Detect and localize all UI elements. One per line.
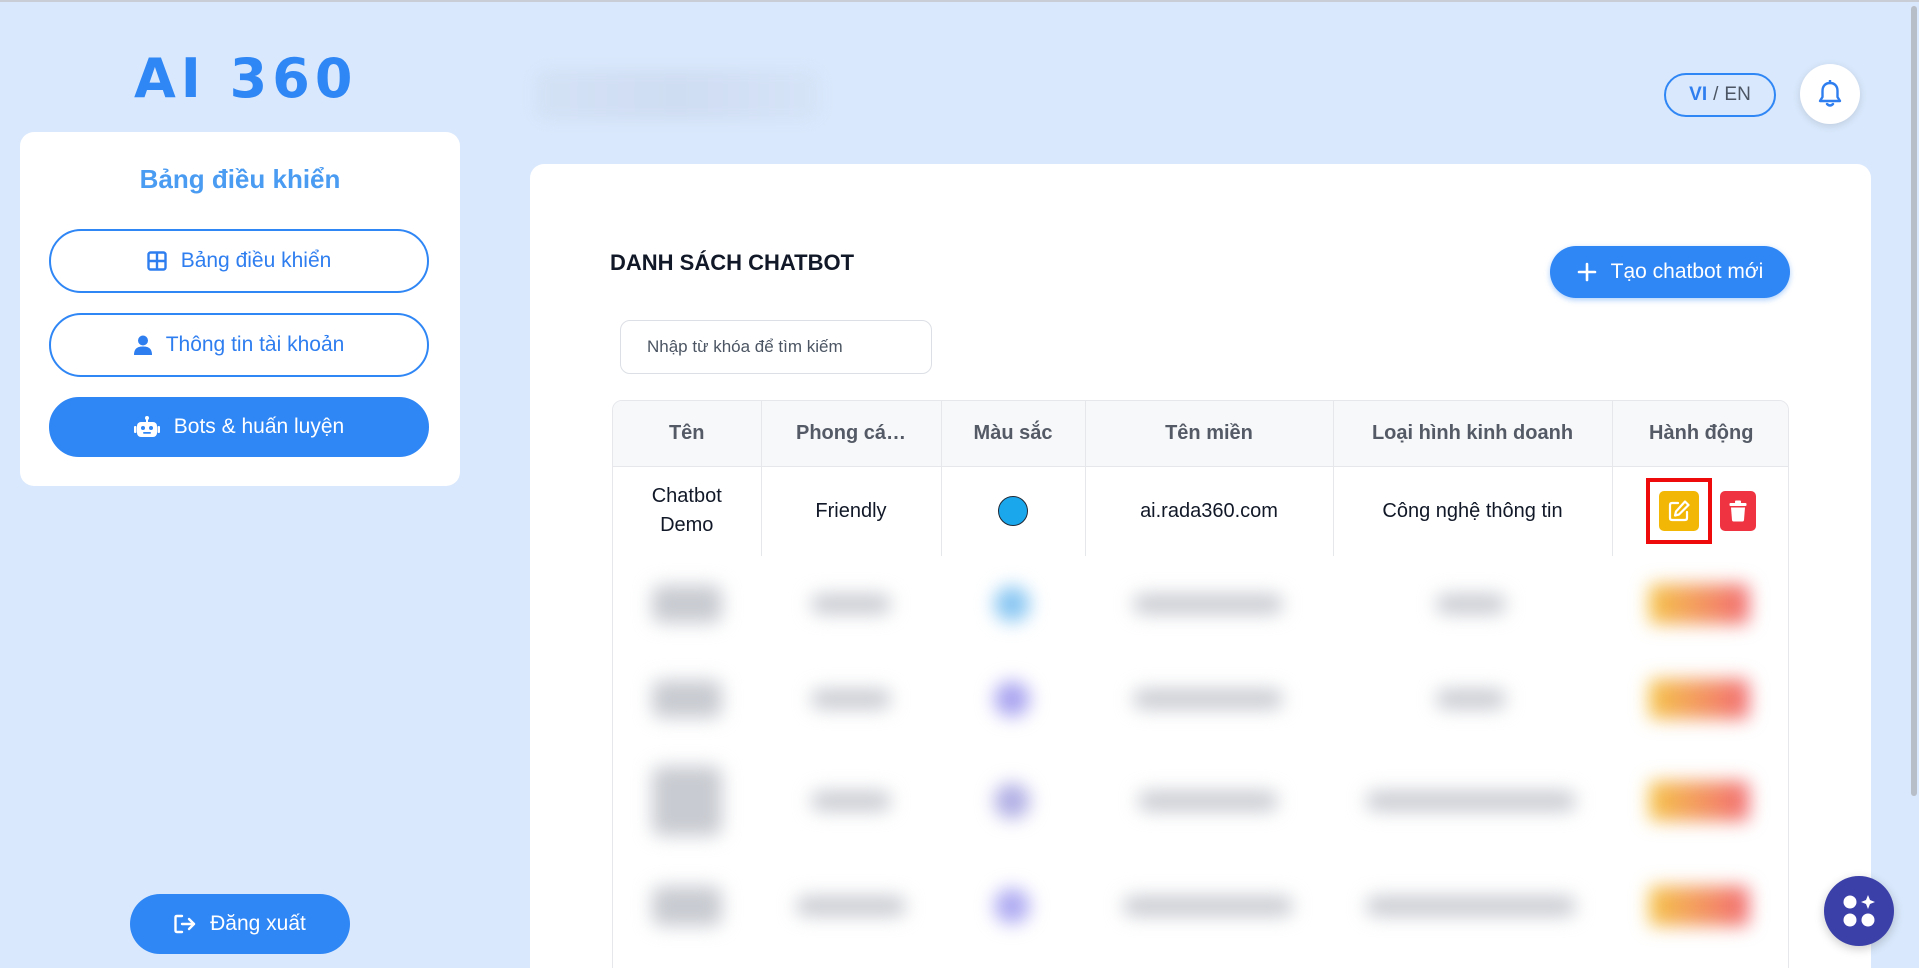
widget-launcher-button[interactable] [1824,876,1894,946]
app-logo: AI 360 [134,47,358,110]
logout-button[interactable]: Đăng xuất [130,894,350,954]
table-header-row: Tên Phong cá… Màu sắc Tên miền Loại hình… [613,401,1788,467]
edit-highlight-box [1646,478,1713,545]
table-row: Chatbot Demo Friendly ai.rada360.com Côn… [613,466,1788,556]
create-chatbot-label: Tạo chatbot mới [1610,260,1764,283]
dashboard-grid-icon [146,251,167,271]
lang-en[interactable]: EN [1724,84,1750,106]
column-header-business-type[interactable]: Loại hình kinh doanh [1333,401,1613,467]
cell-style: Friendly [761,466,942,556]
sidebar-item-label: Bảng điều khiển [180,249,332,272]
blurred-table-rows [613,556,1788,956]
cell-domain: ai.rada360.com [1085,466,1334,556]
lang-separator: / [1713,84,1719,105]
sidebar-item-label: Thông tin tài khoản [165,333,345,356]
cell-name: Chatbot Demo [613,466,762,556]
delete-button[interactable] [1720,491,1757,532]
color-swatch [998,496,1028,527]
edit-icon [1669,500,1690,522]
trash-icon [1729,500,1747,522]
sidebar-title: Bảng điều khiển [139,164,341,194]
user-icon [133,335,152,355]
bell-icon [1818,80,1842,107]
plus-icon [1577,262,1596,282]
sidebar-item-account[interactable]: Thông tin tài khoản [49,313,429,377]
logout-label: Đăng xuất [210,912,306,935]
cell-business-type: Công nghệ thông tin [1333,466,1613,556]
sidebar-item-bots[interactable]: Bots & huấn luyện [49,397,429,457]
column-header-actions: Hành động [1612,401,1788,467]
main-content-card: DANH SÁCH CHATBOT Tạo chatbot mới Tên Ph… [530,164,1871,968]
robot-icon [133,416,160,437]
create-chatbot-button[interactable]: Tạo chatbot mới [1550,246,1790,298]
edit-button[interactable] [1659,491,1700,532]
sidebar-card: Bảng điều khiển Bảng điều khiển Thông ti… [20,132,460,486]
column-header-color[interactable]: Màu sắc [941,401,1086,467]
page-title: DANH SÁCH CHATBOT [610,250,855,275]
notification-button[interactable] [1800,64,1860,124]
column-header-domain[interactable]: Tên miền [1085,401,1334,467]
language-toggle[interactable]: VI / EN [1664,73,1776,117]
blurred-page-title [535,70,820,120]
logout-icon [174,914,196,934]
chatbot-table: Tên Phong cá… Màu sắc Tên miền Loại hình… [612,400,1789,968]
cell-color [941,466,1086,556]
apps-sparkle-icon [1843,895,1875,927]
sidebar-item-dashboard[interactable]: Bảng điều khiển [49,229,429,293]
cell-actions [1612,466,1788,556]
page-scrollbar[interactable] [1911,6,1917,796]
sidebar-item-label: Bots & huấn luyện [173,415,345,438]
column-header-style[interactable]: Phong cá… [761,401,942,467]
lang-vi[interactable]: VI [1689,84,1707,106]
column-header-name[interactable]: Tên [613,401,762,467]
search-input[interactable] [620,320,932,374]
